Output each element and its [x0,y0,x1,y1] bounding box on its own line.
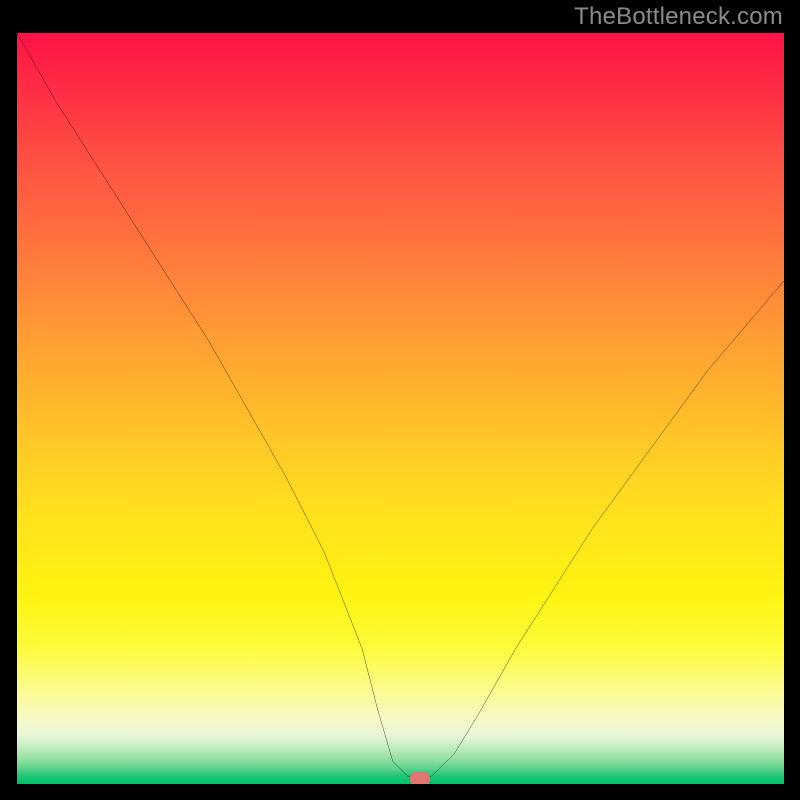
optimum-marker [410,772,430,784]
watermark-text: TheBottleneck.com [574,3,783,31]
chart-svg [17,33,784,784]
chart-plot-area [17,33,784,784]
chart-frame: TheBottleneck.com [0,0,800,800]
bottleneck-curve-path [17,33,784,776]
